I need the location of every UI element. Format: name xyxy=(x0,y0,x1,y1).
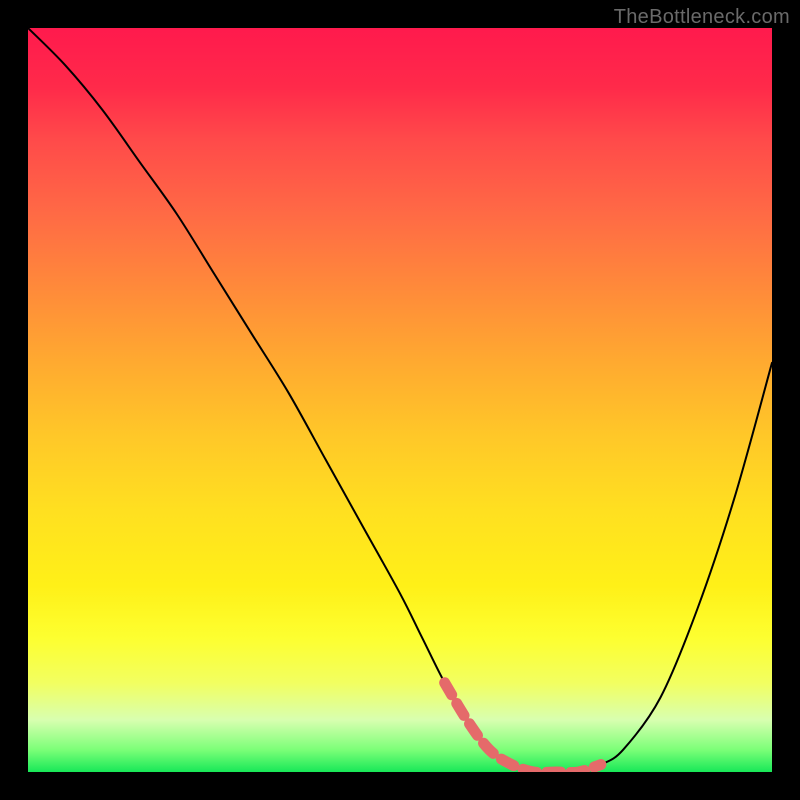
chart-container: TheBottleneck.com xyxy=(0,0,800,800)
chart-svg xyxy=(28,28,772,772)
watermark-text: TheBottleneck.com xyxy=(614,6,790,29)
plot-area xyxy=(28,28,772,772)
highlight-minimum xyxy=(445,683,601,772)
bottleneck-curve xyxy=(28,28,772,772)
